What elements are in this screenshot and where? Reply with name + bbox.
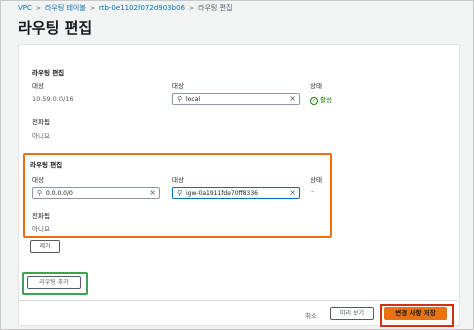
route-2-destination-value: 0.0.0.0/0 (46, 190, 73, 197)
route-1-status-value: 활성 (320, 96, 332, 104)
route-1-destination-label: 대상 (32, 82, 44, 90)
route-2-destination-input[interactable]: ⚲ 0.0.0.0/0 × (32, 187, 160, 199)
clear-icon[interactable]: × (289, 188, 296, 197)
clear-icon[interactable]: × (289, 94, 296, 103)
breadcrumb: VPC > 라우팅 테이블 > rtb-0e1102f072d903b06 > 라우팅 편집 (18, 3, 232, 13)
add-route-button[interactable]: 라우팅 추가 (27, 276, 81, 289)
breadcrumb-separator: > (189, 5, 195, 12)
route-1-destination-value: 10.59.0.0/16 (32, 95, 74, 103)
cancel-button[interactable]: 취소 (305, 310, 317, 320)
breadcrumb-separator: > (89, 5, 95, 12)
search-icon: ⚲ (37, 189, 43, 197)
route-2-target-label: 대상 (172, 176, 184, 184)
route-1-heading: 라우팅 편집 (32, 69, 65, 77)
save-changes-button[interactable]: 변경 사항 저장 (384, 307, 447, 320)
route-1-target-label: 대상 (172, 82, 184, 90)
route-2-target-input[interactable]: ⚲ igw-0a1911fde70ff8336 × (172, 187, 300, 199)
remove-button[interactable]: 제거 (30, 240, 60, 253)
breadcrumb-current: 라우팅 편집 (198, 4, 233, 12)
footer-divider (18, 300, 458, 301)
route-1-status: ✓ 활성 (310, 94, 332, 105)
route-2-target-value: igw-0a1911fde70ff8336 (186, 190, 258, 197)
route-1-target-input[interactable]: ⚲ local × (172, 93, 300, 105)
route-2-status-label: 상태 (310, 176, 322, 184)
route-1-propagated-label: 전파됨 (32, 118, 50, 126)
route-1-status-label: 상태 (310, 82, 322, 90)
breadcrumb-vpc[interactable]: VPC (18, 4, 32, 12)
breadcrumb-route-table-id[interactable]: rtb-0e1102f072d903b06 (99, 4, 185, 12)
route-2-destination-label: 대상 (32, 176, 44, 184)
route-2-propagated-value: 아니요 (32, 225, 50, 233)
route-2-propagated-label: 전파됨 (32, 212, 50, 220)
search-icon: ⚲ (177, 189, 183, 197)
route-1-propagated-value: 아니요 (32, 132, 50, 140)
breadcrumb-separator: > (35, 5, 41, 12)
breadcrumb-route-tables[interactable]: 라우팅 테이블 (45, 4, 86, 12)
route-2-heading: 라우팅 편집 (30, 161, 63, 169)
preview-button[interactable]: 미리 보기 (330, 307, 374, 320)
route-2-status-value: – (311, 187, 315, 195)
clear-icon[interactable]: × (149, 188, 156, 197)
route-1-target-value: local (186, 96, 200, 103)
check-circle-icon: ✓ (310, 97, 318, 105)
page-title: 라우팅 편집 (18, 19, 93, 37)
search-icon: ⚲ (177, 95, 183, 103)
